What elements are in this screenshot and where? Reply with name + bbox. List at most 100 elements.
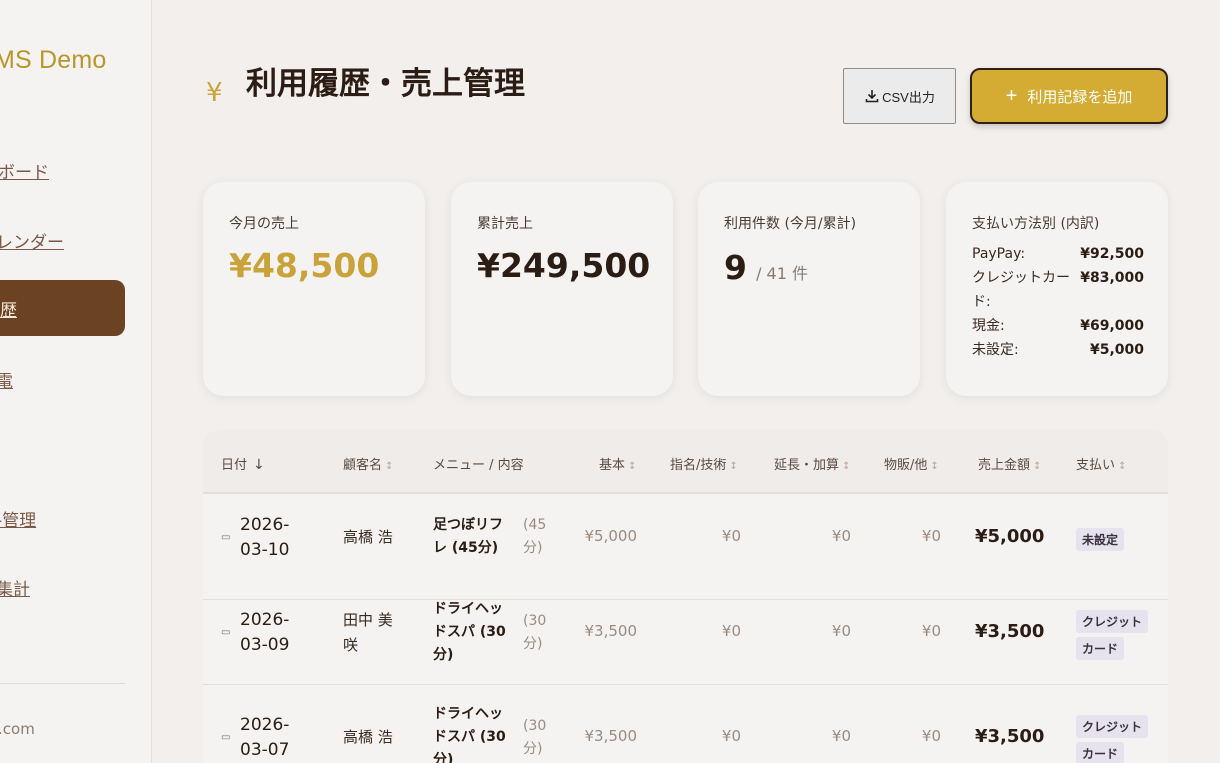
sort-icon: ↕ xyxy=(842,461,851,472)
column-label: 支払い xyxy=(1076,458,1116,473)
sidebar: MS Demo ボード レンダー 歴 電 -管理 集計 .com xyxy=(0,0,152,763)
card-payment-breakdown: 支払い方法別 (内訳) PayPay: ¥92,500 クレジットカード: ¥8… xyxy=(946,182,1168,396)
row-menu: 足つぼリフレ (45分) xyxy=(433,517,503,556)
column-header-amount[interactable]: 売上金額 ↕ xyxy=(978,454,1041,473)
row-base: ¥3,500 xyxy=(584,727,638,745)
payment-badge: クレジット カード xyxy=(1076,715,1149,763)
sort-icon: ↕ xyxy=(628,461,637,472)
table-row[interactable]: ▭ 2026- 03-09 田中 美咲 ドライヘッ ドスパ (30 分) (30 分) … xyxy=(203,580,1168,685)
row-amount: ¥3,500 xyxy=(975,726,1045,747)
usage-count-month: 9 xyxy=(724,248,747,287)
page-title: 利用履歴・売上管理 xyxy=(246,66,525,102)
row-duration: (45 分) xyxy=(523,517,547,556)
add-record-button[interactable]: + 利用記録を追加 xyxy=(970,68,1168,124)
row-nomination: ¥0 xyxy=(721,527,741,545)
monthly-sales-value: ¥48,500 xyxy=(229,246,380,285)
sort-icon: ↕ xyxy=(1033,461,1042,472)
column-header-date[interactable]: 日付 ↓ xyxy=(221,454,265,473)
card-label: 利用件数 (今月/累計) xyxy=(724,216,857,232)
column-header-base[interactable]: 基本 ↕ xyxy=(599,454,636,473)
sort-down-icon: ↓ xyxy=(253,457,265,473)
sidebar-item-history[interactable]: 歴 xyxy=(0,280,125,336)
usage-count-total: / 41 件 xyxy=(756,264,808,283)
sidebar-item-reports[interactable]: 集計 xyxy=(0,575,30,600)
row-customer: 田中 美咲 xyxy=(343,611,393,654)
sidebar-item-dashboard[interactable]: ボード xyxy=(0,158,49,183)
row-duration: (30 分) xyxy=(523,718,547,757)
column-label: 延長・加算 xyxy=(774,458,840,473)
calendar-icon: ▭ xyxy=(221,532,231,543)
sidebar-item-history-label: 歴 xyxy=(0,301,17,321)
sort-icon: ↕ xyxy=(385,461,394,472)
row-duration: (30 分) xyxy=(523,613,547,652)
row-menu: ドライヘッ ドスパ (30 分) xyxy=(433,601,506,663)
payment-method: PayPay: xyxy=(972,246,1026,262)
payment-amount: ¥5,000 xyxy=(1089,342,1144,358)
column-label: 基本 xyxy=(599,458,626,473)
row-goods: ¥0 xyxy=(921,727,941,745)
row-goods: ¥0 xyxy=(921,622,941,640)
payment-amount: ¥83,000 xyxy=(1080,270,1144,286)
sort-icon: ↕ xyxy=(1118,461,1127,472)
sort-icon: ↕ xyxy=(729,461,738,472)
sidebar-item-management[interactable]: -管理 xyxy=(0,506,36,531)
history-table: 日付 ↓ 顧客名 ↕ メニュー / 内容 基本 ↕ 指名/技術 ↕ 延長・加算 ↕ 物販/… xyxy=(203,430,1168,763)
column-label: 日付 xyxy=(221,458,248,473)
column-label: 売上金額 xyxy=(978,458,1031,473)
payment-badge: クレジット カード xyxy=(1076,610,1149,664)
payment-amount: ¥92,500 xyxy=(1080,246,1144,262)
row-goods: ¥0 xyxy=(921,527,941,545)
payment-method: 現金: xyxy=(972,318,1005,334)
card-total-sales: 累計売上 ¥249,500 xyxy=(451,182,673,396)
total-sales-value: ¥249,500 xyxy=(477,246,651,285)
column-header-menu: メニュー / 内容 xyxy=(433,454,524,473)
row-base: ¥5,000 xyxy=(584,527,638,545)
download-icon xyxy=(865,90,879,103)
app-brand: MS Demo xyxy=(0,46,107,74)
row-extension: ¥0 xyxy=(831,727,851,745)
card-usage-count: 利用件数 (今月/累計) 9 / 41 件 xyxy=(698,182,920,396)
card-label: 今月の売上 xyxy=(229,216,299,232)
row-date: 2026- 03-09 xyxy=(240,610,290,655)
sidebar-item-calendar[interactable]: レンダー xyxy=(0,228,64,253)
column-label: 指名/技術 xyxy=(670,458,727,473)
row-menu: ドライヘッ ドスパ (30 分) xyxy=(433,706,506,763)
sort-icon: ↕ xyxy=(930,461,939,472)
calendar-icon: ▭ xyxy=(221,732,231,743)
column-label: 物販/他 xyxy=(884,458,928,473)
row-nomination: ¥0 xyxy=(721,727,741,745)
row-extension: ¥0 xyxy=(831,527,851,545)
row-amount: ¥3,500 xyxy=(975,621,1045,642)
payment-row: 未設定: ¥5,000 xyxy=(972,338,1144,362)
yen-icon: ¥ xyxy=(206,78,223,108)
payment-row: 現金: ¥69,000 xyxy=(972,314,1144,338)
payment-method: クレジットカード: xyxy=(972,270,1070,310)
card-label: 累計売上 xyxy=(477,216,533,232)
column-label: メニュー / 内容 xyxy=(433,458,524,473)
calendar-icon: ▭ xyxy=(221,627,231,638)
user-email: .com xyxy=(0,720,35,738)
table-header: 日付 ↓ 顧客名 ↕ メニュー / 内容 基本 ↕ 指名/技術 ↕ 延長・加算 ↕ 物販/… xyxy=(203,430,1168,494)
column-header-goods[interactable]: 物販/他 ↕ xyxy=(884,454,939,473)
sidebar-divider xyxy=(0,683,125,684)
plus-icon: + xyxy=(1005,84,1018,107)
table-row[interactable]: ▭ 2026- 03-07 高橋 浩 ドライヘッ ドスパ (30 分) (30 分) ¥… xyxy=(203,685,1168,763)
row-date: 2026- 03-07 xyxy=(240,715,290,760)
row-customer: 高橋 浩 xyxy=(343,728,393,746)
payment-badge: 未設定 xyxy=(1076,528,1125,555)
column-header-nomination[interactable]: 指名/技術 ↕ xyxy=(670,454,738,473)
row-date: 2026- 03-10 xyxy=(240,515,290,560)
csv-export-label: CSV出力 xyxy=(882,89,935,105)
sidebar-item-settings[interactable]: 電 xyxy=(0,367,13,392)
column-header-customer[interactable]: 顧客名 ↕ xyxy=(343,454,393,473)
payment-method: 未設定: xyxy=(972,342,1019,358)
payment-row: クレジットカード: ¥83,000 xyxy=(972,266,1144,314)
row-extension: ¥0 xyxy=(831,622,851,640)
payment-row: PayPay: ¥92,500 xyxy=(972,242,1144,266)
usage-count: 9 / 41 件 xyxy=(724,248,808,287)
row-amount: ¥5,000 xyxy=(975,526,1045,547)
row-base: ¥3,500 xyxy=(584,622,638,640)
column-header-payment[interactable]: 支払い ↕ xyxy=(1076,454,1126,473)
column-header-extension[interactable]: 延長・加算 ↕ xyxy=(774,454,850,473)
csv-export-button[interactable]: CSV出力 xyxy=(843,68,956,124)
